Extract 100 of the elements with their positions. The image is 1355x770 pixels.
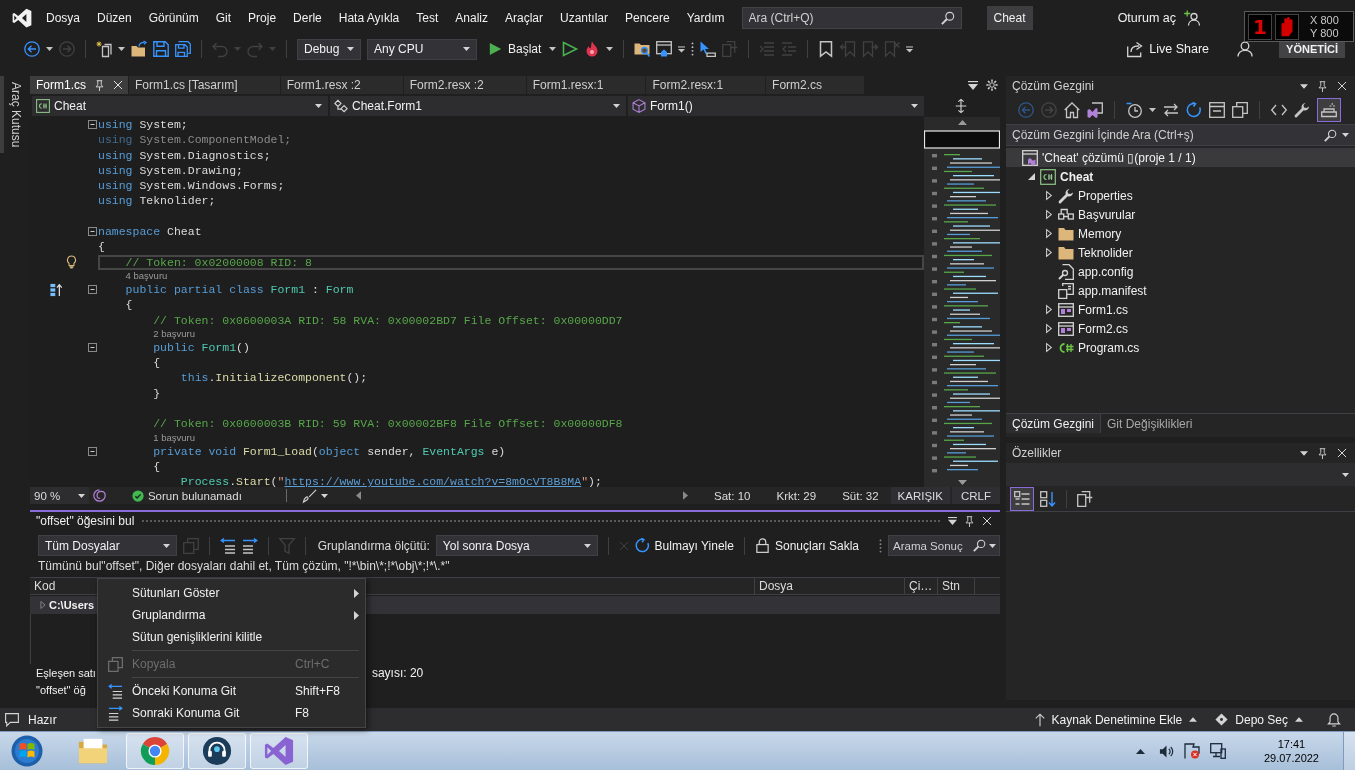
next-lines-icon[interactable] xyxy=(241,537,258,554)
caret-icon[interactable] xyxy=(320,493,328,498)
issues-status[interactable]: Sorun bulunamadı xyxy=(147,489,242,502)
person-plus-icon[interactable] xyxy=(1184,10,1200,26)
platform-dropdown[interactable]: Any CPU xyxy=(367,38,477,60)
line-ending[interactable]: CRLF xyxy=(951,487,1000,504)
previous-lines-icon[interactable] xyxy=(219,537,236,554)
collapse-icon[interactable] xyxy=(87,120,97,130)
editor-tab[interactable]: Form2.resx:1 xyxy=(646,76,767,94)
search-icon[interactable] xyxy=(940,11,955,25)
stacked-pages-icon[interactable] xyxy=(1077,490,1093,507)
left-arrow-circle-icon[interactable] xyxy=(24,41,40,57)
swirl-icon[interactable] xyxy=(92,489,106,502)
categorized-list-icon[interactable] xyxy=(1010,486,1034,511)
panel-tab[interactable]: Git Değişiklikleri xyxy=(1101,414,1199,433)
menu-item[interactable]: Araçlar xyxy=(504,9,543,27)
brush-icon[interactable] xyxy=(302,488,317,503)
scope-dropdown[interactable]: Tüm Dosyalar xyxy=(38,535,177,556)
editor-tab[interactable]: Form1.cs [Tasarım] xyxy=(129,76,281,94)
sparkle-documents-icon[interactable] xyxy=(96,41,112,57)
column-header[interactable]: Stn xyxy=(938,578,975,594)
menu-item[interactable]: Test xyxy=(416,9,439,27)
comment-icon[interactable] xyxy=(5,712,19,727)
caret-icon[interactable] xyxy=(1300,83,1308,89)
window-switch-icon[interactable] xyxy=(1087,102,1103,118)
tree-item[interactable]: Form1.cs xyxy=(1006,300,1355,319)
right-triangle-icon[interactable] xyxy=(683,491,689,500)
play-outline-icon[interactable] xyxy=(562,41,579,57)
caret-icon[interactable] xyxy=(606,47,614,51)
menu-caret-icon[interactable] xyxy=(968,80,978,90)
search-field[interactable]: Çözüm Gezgini İçinde Ara (Ctrl+ş) xyxy=(1006,124,1355,146)
close-icon[interactable] xyxy=(1337,448,1347,458)
caret-icon[interactable] xyxy=(118,47,125,51)
close-icon[interactable] xyxy=(113,80,123,90)
search-input[interactable]: Arama Sonuç xyxy=(893,536,970,555)
caret-icon[interactable] xyxy=(1300,450,1308,456)
person-icon[interactable] xyxy=(1237,41,1254,57)
tree-item[interactable]: Başvurular xyxy=(1006,205,1355,224)
tree-item[interactable]: app.config xyxy=(1006,262,1355,281)
clock-time[interactable]: 17:41 xyxy=(1277,737,1306,751)
configuration-dropdown[interactable]: Debug xyxy=(297,38,361,60)
toolbar-button[interactable]: Bulmayı Yinele xyxy=(634,536,734,555)
start-button[interactable]: Başlat xyxy=(487,40,544,58)
code-brackets-icon[interactable] xyxy=(1271,102,1287,118)
pin-icon[interactable] xyxy=(94,79,105,91)
column-header[interactable]: Dosya xyxy=(755,578,905,594)
close-icon[interactable] xyxy=(1337,81,1347,91)
taskbar-button[interactable] xyxy=(188,733,246,769)
repository-button[interactable]: Depo Seç xyxy=(1215,712,1303,727)
sign-in-link[interactable]: Oturum aç xyxy=(1117,11,1176,25)
navigation-dropdown[interactable]: Form1() xyxy=(628,95,924,116)
folder-magnifier-icon[interactable] xyxy=(634,41,651,57)
menu-item[interactable]: Yardım xyxy=(686,9,725,27)
editor-tab[interactable]: Form1.cs xyxy=(30,76,129,94)
menu-item[interactable]: Görünüm xyxy=(148,9,199,27)
wrench-icon[interactable] xyxy=(1294,102,1310,118)
menu-item[interactable]: Gruplandırma xyxy=(98,604,365,626)
tree-item[interactable]: Properties xyxy=(1006,186,1355,205)
ribbon-logo-icon[interactable] xyxy=(12,8,32,28)
split-arrows-icon[interactable] xyxy=(954,98,968,113)
search-icon[interactable] xyxy=(1324,128,1337,142)
menu-item[interactable]: Önceki Konuma Git Shift+F8 xyxy=(98,680,365,702)
menu-item[interactable]: Sütun genişliklerini kilitle xyxy=(98,626,365,648)
collapse-icon[interactable] xyxy=(87,227,97,237)
flag-x-icon[interactable] xyxy=(1183,743,1200,759)
editor-tab[interactable]: Form1.resx:1 xyxy=(526,76,647,94)
sort-arrow-icon[interactable] xyxy=(1040,490,1056,507)
tree-item[interactable]: Cheat xyxy=(1006,167,1355,186)
collapse-all-icon[interactable] xyxy=(1209,102,1225,118)
expanded-triangle-icon[interactable] xyxy=(1027,173,1035,180)
tree-item[interactable]: Form2.cs xyxy=(1006,319,1355,338)
lightbulb-icon[interactable] xyxy=(65,255,78,270)
caret-icon[interactable] xyxy=(46,47,53,51)
menu-item[interactable]: Proje xyxy=(248,9,277,27)
column-header[interactable]: Çi… xyxy=(905,578,938,594)
tree-item[interactable]: Teknolider xyxy=(1006,243,1355,262)
grip-icon[interactable] xyxy=(879,538,882,553)
code-link[interactable]: https://www.youtube.com/watch?v=8mOcVT8B8MA xyxy=(284,475,582,487)
collapse-icon[interactable] xyxy=(87,343,97,352)
collapse-icon[interactable] xyxy=(87,446,97,456)
tree-item[interactable]: 'Cheat' çözümü ▯(proje 1 / 1) xyxy=(1006,148,1355,167)
close-icon[interactable] xyxy=(982,516,992,526)
bell-icon[interactable] xyxy=(1327,712,1341,727)
refresh-icon[interactable] xyxy=(1186,102,1202,118)
two-way-arrows-icon[interactable] xyxy=(1163,102,1179,118)
search-field[interactable]: Arama Sonuç xyxy=(888,535,1000,556)
up-caret-icon[interactable] xyxy=(957,120,967,125)
caret-icon[interactable] xyxy=(549,47,557,51)
pin-icon[interactable] xyxy=(1317,80,1328,92)
floppy-disks-icon[interactable] xyxy=(175,41,191,57)
computer-icon[interactable] xyxy=(1209,743,1226,759)
clock-icon[interactable] xyxy=(1126,102,1142,118)
reference-count-link[interactable]: 4 başvuru xyxy=(125,269,168,282)
navigation-dropdown[interactable]: Cheat.Form1 xyxy=(330,95,626,116)
zoom-dropdown[interactable]: 90 % xyxy=(30,487,89,504)
menu-item[interactable]: Düzen xyxy=(97,9,132,27)
caret-icon[interactable] xyxy=(957,480,967,485)
left-triangle-icon[interactable] xyxy=(355,491,361,500)
tree-item[interactable]: Memory xyxy=(1006,224,1355,243)
editor-tab[interactable]: Form2.cs xyxy=(766,76,866,94)
